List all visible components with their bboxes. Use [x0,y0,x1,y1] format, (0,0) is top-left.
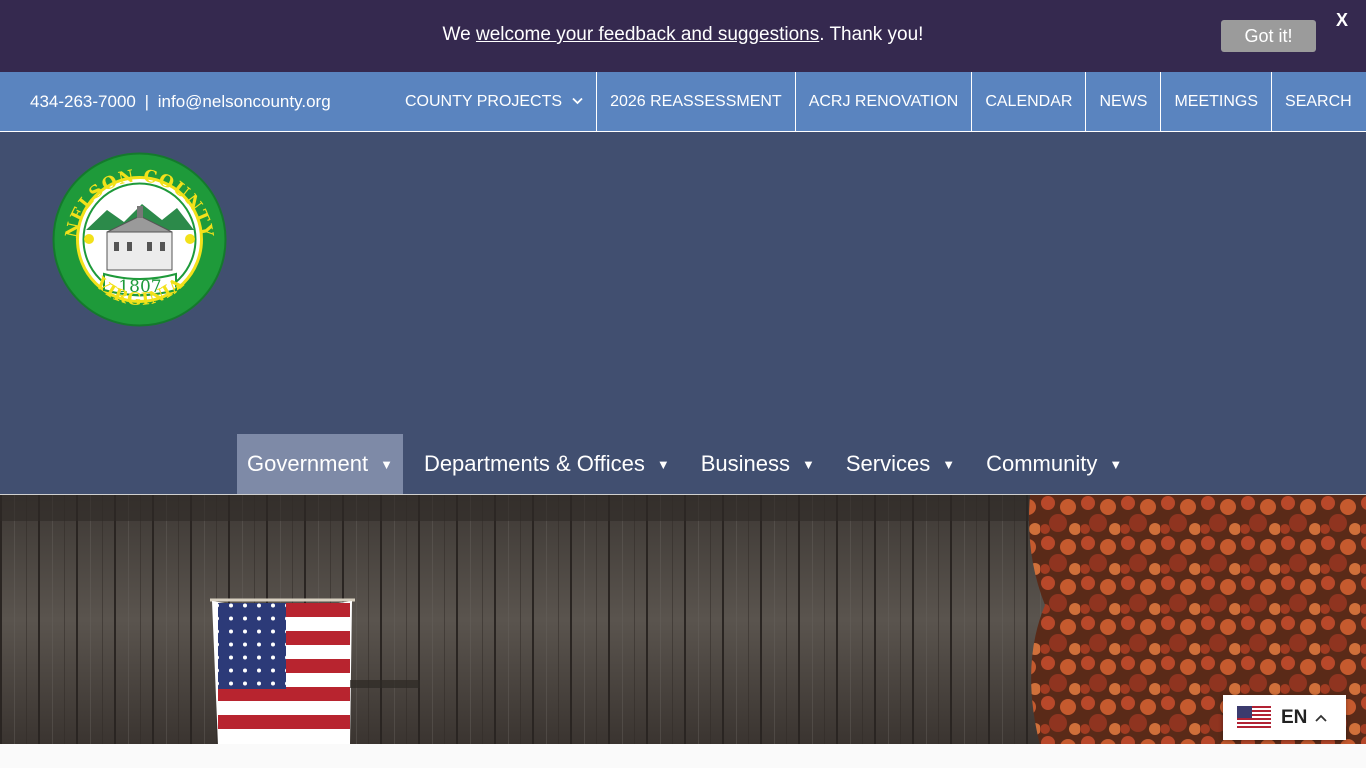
phone-link[interactable]: 434-263-7000 [30,92,136,112]
caret-down-icon: ▼ [656,456,670,472]
american-flag-image [210,598,355,744]
caret-down-icon: ▼ [942,456,956,472]
nav-item-services[interactable]: Services ▼ [836,434,965,494]
caret-down-icon: ▼ [380,456,393,472]
chevron-down-icon [572,96,583,108]
feedback-banner: We welcome your feedback and suggestions… [0,0,1366,72]
utility-link-search[interactable]: SEARCH [1272,72,1365,132]
top-utility-bar: 434-263-7000 | info@nelsoncounty.org COU… [0,72,1366,132]
nav-item-community[interactable]: Community ▼ [976,434,1132,494]
site-header: 1807 NELSON COUNTY VIRGINIA Government ▼… [0,132,1366,494]
utility-link-calendar[interactable]: CALENDAR [972,72,1087,132]
close-banner-button[interactable]: X [1333,10,1351,30]
utility-link-reassessment[interactable]: 2026 REASSESSMENT [597,72,796,132]
utility-link-acrj-renovation[interactable]: ACRJ RENOVATION [796,72,973,132]
nav-item-business[interactable]: Business ▼ [691,434,825,494]
caret-down-icon: ▼ [802,456,815,472]
contact-info: 434-263-7000 | info@nelsoncounty.org [30,92,331,112]
feedback-link[interactable]: welcome your feedback and suggestions [476,24,819,45]
chevron-up-icon [1315,710,1328,725]
nav-item-departments-offices[interactable]: Departments & Offices ▼ [414,434,680,494]
us-flag-icon [1237,705,1271,730]
main-navigation: Government ▼ Departments & Offices ▼ Bus… [237,434,1143,494]
email-link[interactable]: info@nelsoncounty.org [158,92,331,112]
language-code: EN [1281,706,1308,728]
utility-link-county-projects[interactable]: COUNTY PROJECTS [392,72,598,132]
hero-image [0,494,1366,744]
county-seal-logo[interactable]: 1807 NELSON COUNTY VIRGINIA [52,152,227,327]
got-it-button[interactable]: Got it! [1221,20,1316,52]
utility-link-meetings[interactable]: MEETINGS [1161,72,1273,132]
language-selector[interactable]: EN [1223,695,1346,740]
contact-separator: | [144,92,150,111]
nav-item-government[interactable]: Government ▼ [237,434,403,494]
banner-message: We welcome your feedback and suggestions… [442,24,924,45]
utility-nav: COUNTY PROJECTS 2026 REASSESSMENT ACRJ R… [392,72,1365,132]
caret-down-icon: ▼ [1109,456,1123,472]
utility-link-news[interactable]: NEWS [1086,72,1162,132]
